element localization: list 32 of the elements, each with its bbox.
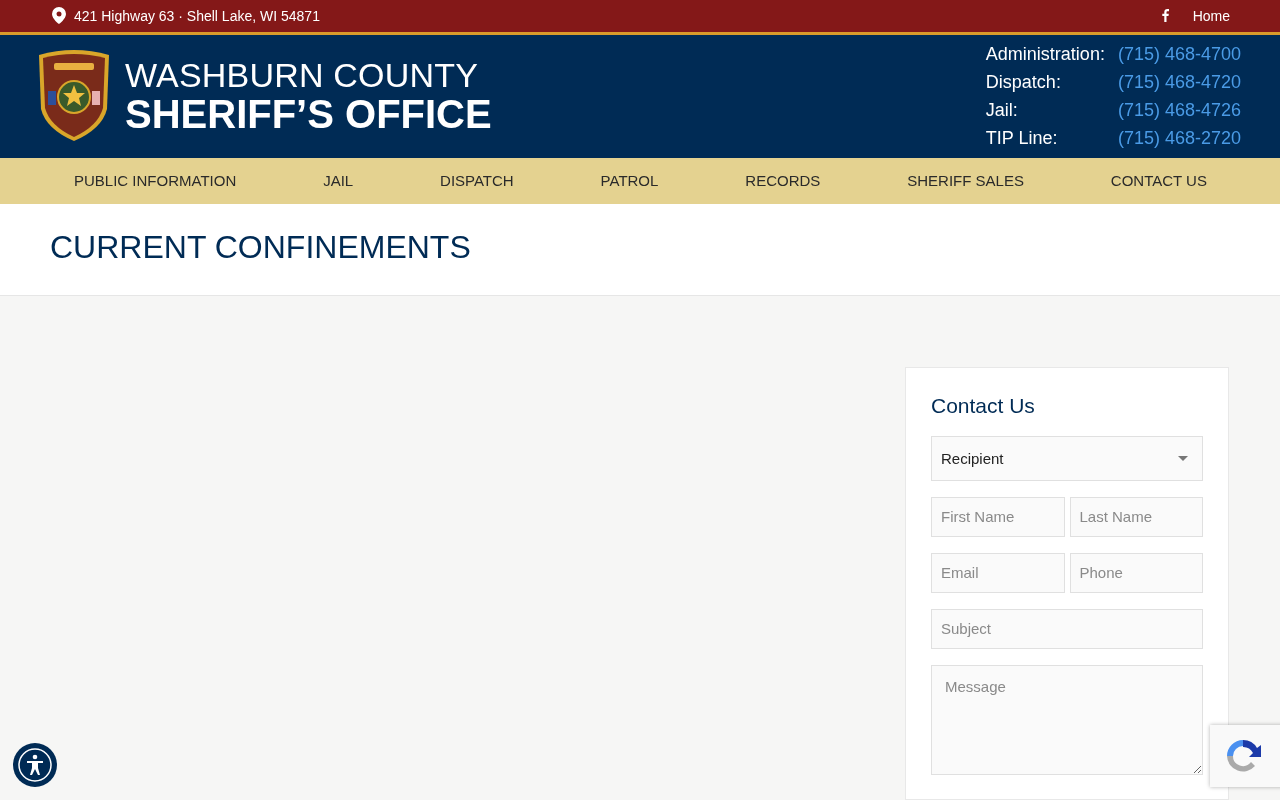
page-title: CURRENT CONFINEMENTS xyxy=(50,228,471,266)
nav-link[interactable]: PUBLIC INFORMATION xyxy=(74,172,237,190)
contact-label: TIP Line: xyxy=(985,127,1059,150)
nav-link[interactable]: JAIL xyxy=(323,172,354,190)
input-field[interactable]: Email xyxy=(931,553,1065,593)
nav-link[interactable]: DISPATCH xyxy=(440,172,514,190)
facebook-icon[interactable] xyxy=(1161,9,1169,23)
form-title: Contact Us xyxy=(931,393,1036,419)
nav-link[interactable]: PATROL xyxy=(600,172,659,190)
phone-link[interactable]: (715) 468-4720 xyxy=(1117,71,1241,94)
nav-link[interactable]: RECORDS xyxy=(745,172,821,190)
phone-link[interactable]: (715) 468-2720 xyxy=(1117,127,1241,150)
nav-link[interactable]: SHERIFF SALES xyxy=(907,172,1024,190)
home-link[interactable]: Home xyxy=(1192,7,1230,24)
input-field[interactable]: Subject xyxy=(931,609,1203,649)
contact-label: Dispatch: xyxy=(985,71,1062,94)
phone-link[interactable]: (715) 468-4726 xyxy=(1117,99,1241,122)
input-field[interactable]: First Name xyxy=(931,497,1065,537)
address-text: 421 Highway 63 · Shell Lake, WI 54871 xyxy=(74,7,320,24)
input-field[interactable]: Phone xyxy=(1069,553,1203,593)
phone-link[interactable]: (715) 468-4700 xyxy=(1117,43,1241,66)
message-field[interactable]: Message xyxy=(931,665,1203,775)
office-title: SHERIFF’S OFFICE xyxy=(125,93,492,136)
input-field[interactable]: Last Name xyxy=(1069,497,1203,537)
caret-icon xyxy=(1178,456,1188,461)
map-pin-icon xyxy=(52,7,66,25)
nav-link[interactable]: CONTACT US xyxy=(1110,172,1207,190)
recipient-select[interactable]: Recipient xyxy=(931,436,1203,481)
contact-label: Jail: xyxy=(985,99,1019,122)
contact-label: Administration: xyxy=(985,43,1105,66)
accessibility-button[interactable] xyxy=(13,743,57,787)
county-title: WASHBURN COUNTY xyxy=(125,57,480,94)
